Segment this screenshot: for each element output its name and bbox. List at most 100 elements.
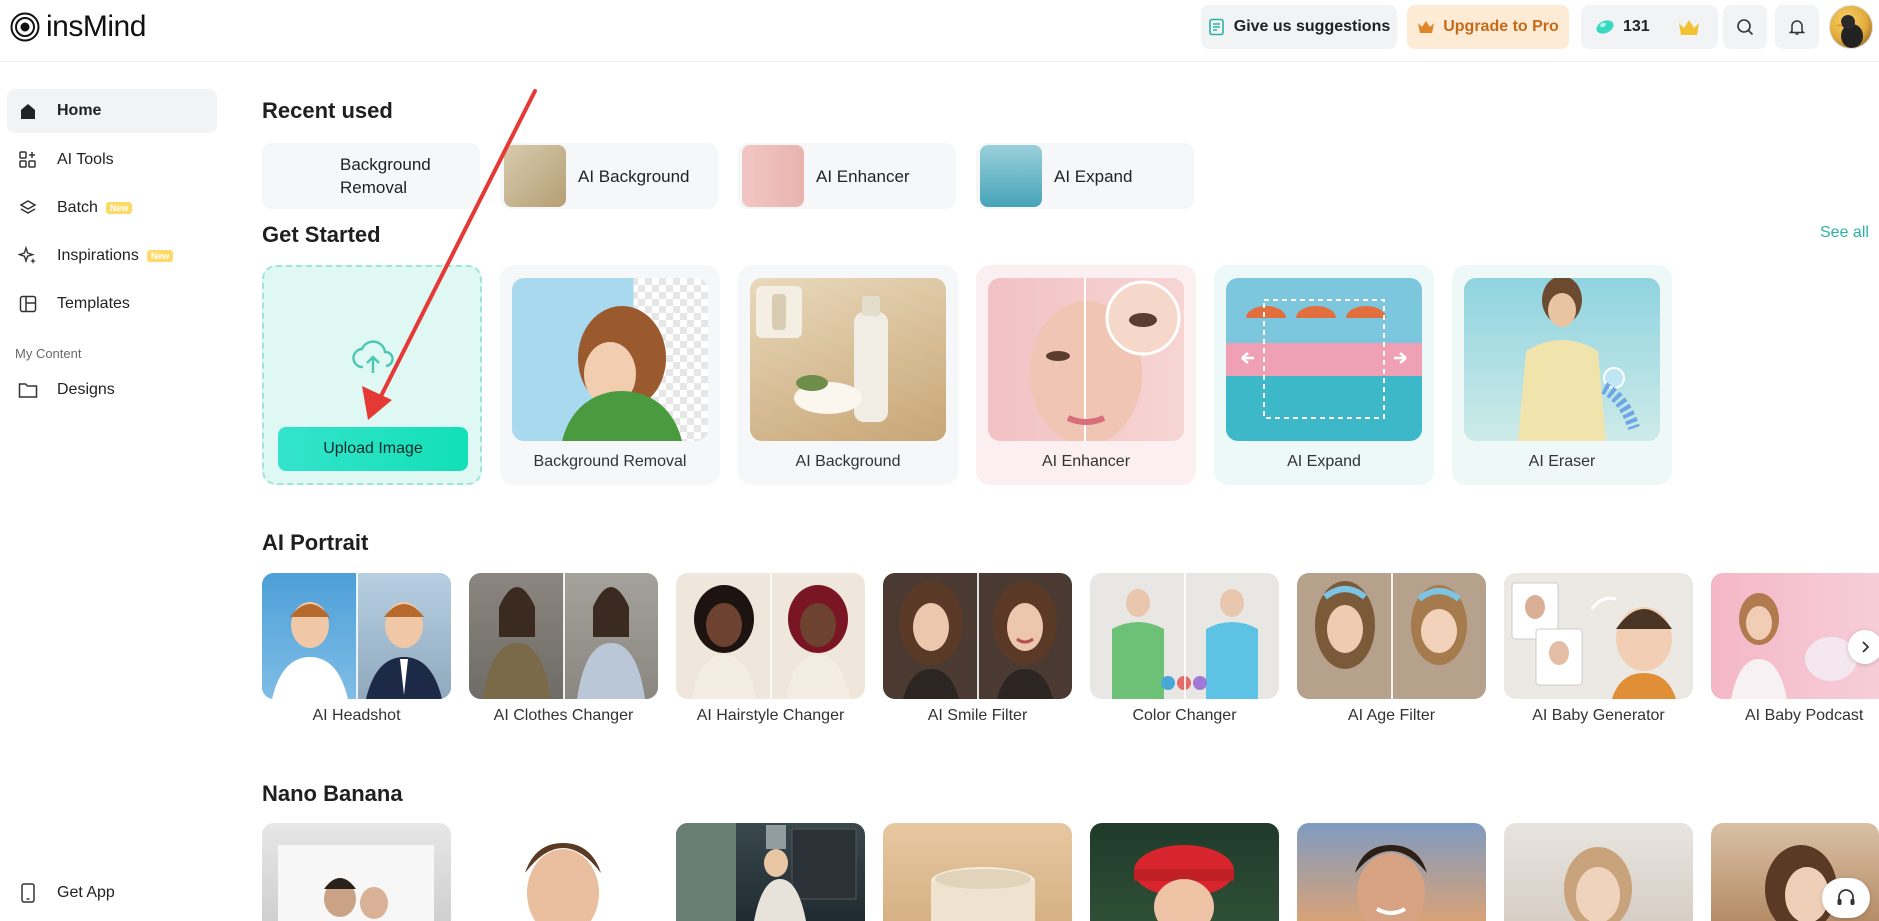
tool-card-label: Background Removal [533, 453, 687, 470]
sidebar-item-batch[interactable]: Batch New [7, 186, 217, 230]
portrait-card-color-changer[interactable]: Color Changer [1090, 573, 1279, 725]
recent-thumb [980, 145, 1042, 207]
portrait-card-label: AI Baby Generator [1532, 707, 1665, 724]
recent-thumb [504, 145, 566, 207]
tool-card-ai-expand[interactable]: AI Expand [1214, 265, 1434, 485]
nano-card[interactable] [1297, 823, 1486, 921]
search-icon [1737, 19, 1754, 36]
get-started-heading: Get Started [262, 222, 381, 247]
sidebar-item-ai-tools[interactable]: AI Tools [7, 138, 217, 182]
template-icon [17, 293, 39, 315]
nano-card[interactable] [883, 823, 1072, 921]
recent-item-ai-background[interactable]: AI Background [500, 143, 718, 209]
see-all-link[interactable]: See all [1820, 224, 1869, 242]
tool-card-ai-enhancer[interactable]: AI Enhancer [976, 265, 1196, 485]
headset-icon [1837, 889, 1855, 905]
portrait-card-ai-baby-generator[interactable]: AI Baby Generator [1504, 573, 1693, 725]
portrait-card-label: AI Hairstyle Changer [696, 707, 845, 724]
grid-plus-icon [17, 149, 39, 171]
portrait-card-label: AI Baby Podcast [1745, 707, 1864, 724]
recent-item-label: AI Expand [1054, 166, 1133, 186]
tool-card-image [1226, 278, 1422, 441]
recent-item-label: AI Background [578, 166, 690, 186]
sidebar-item-get-app[interactable]: Get App [7, 871, 217, 915]
ai-portrait-heading: AI Portrait [262, 530, 369, 555]
portrait-card-image [1504, 573, 1693, 699]
new-badge: New [146, 250, 174, 262]
sidebar-item-templates[interactable]: Templates [7, 282, 217, 326]
edit-note-icon [1208, 18, 1226, 36]
folder-icon [17, 379, 39, 401]
nano-card[interactable] [1504, 823, 1693, 921]
portrait-card-label: AI Headshot [312, 707, 401, 724]
recent-item-label: AI Enhancer [816, 166, 910, 186]
nano-banana-heading: Nano Banana [262, 781, 403, 806]
top-header: insMind Give us suggestions Upgrade to P… [0, 0, 1879, 62]
tool-card-image [988, 278, 1184, 441]
layers-icon [17, 197, 39, 219]
new-badge: New [105, 202, 133, 214]
upload-image-button[interactable]: Upload Image [278, 427, 468, 471]
tool-card-image [512, 278, 708, 441]
bell-icon [1788, 20, 1806, 35]
logo-text: insMind [46, 10, 146, 43]
recent-item-ai-expand[interactable]: AI Expand [976, 143, 1194, 209]
portrait-card-image [1297, 573, 1486, 699]
recent-item-ai-enhancer[interactable]: AI Enhancer [738, 143, 956, 209]
nano-card-image [1355, 845, 1427, 921]
give-suggestions-label: Give us suggestions [1233, 18, 1391, 35]
tool-card-label: AI Expand [1287, 453, 1361, 470]
tool-card-background-removal[interactable]: Background Removal [500, 265, 720, 485]
sparkle-icon [17, 245, 39, 267]
nano-card[interactable] [262, 823, 451, 921]
sidebar-item-label: Home [57, 102, 102, 119]
credits-button[interactable]: 131 [1581, 5, 1718, 49]
tool-card-label: AI Background [795, 453, 901, 470]
tool-card-label: AI Enhancer [1041, 453, 1131, 470]
portrait-card-image [883, 573, 1072, 699]
portrait-card-ai-hairstyle-changer[interactable]: AI Hairstyle Changer [676, 573, 865, 725]
tool-card-image [1464, 278, 1660, 441]
phone-icon [17, 882, 39, 904]
sidebar-item-home[interactable]: Home [7, 89, 217, 133]
avatar-icon [1835, 15, 1863, 48]
sidebar-item-label: AI Tools [57, 151, 114, 168]
recent-item-label: Background Removal [340, 155, 431, 197]
nano-card[interactable] [676, 823, 865, 921]
notifications-button[interactable] [1775, 5, 1819, 49]
nano-card[interactable] [1090, 823, 1279, 921]
tool-card-ai-background[interactable]: AI Background [738, 265, 958, 485]
portrait-card-ai-age-filter[interactable]: AI Age Filter [1297, 573, 1486, 725]
portrait-card-label: AI Smile Filter [927, 707, 1028, 724]
nano-card-image [278, 845, 434, 921]
portrait-card-ai-headshot[interactable]: AI Headshot [262, 573, 451, 725]
nano-card-image [1134, 845, 1234, 921]
nano-card-image [525, 843, 601, 921]
nano-card[interactable] [469, 823, 658, 921]
tool-card-ai-eraser[interactable]: AI Eraser [1452, 265, 1672, 485]
logo[interactable]: insMind [10, 10, 146, 44]
sidebar-item-inspirations[interactable]: Inspirations New [7, 234, 217, 278]
sidebar-item-label: Inspirations [57, 247, 139, 264]
sidebar-item-label: Designs [57, 381, 115, 398]
portrait-card-label: AI Clothes Changer [493, 707, 634, 724]
upload-dropzone[interactable]: Upload Image [262, 265, 482, 485]
portrait-card-ai-smile-filter[interactable]: AI Smile Filter [883, 573, 1072, 725]
sidebar-item-designs[interactable]: Designs [7, 368, 217, 412]
recent-thumb [266, 145, 328, 207]
sidebar-item-label: Templates [57, 295, 130, 312]
recent-item-background-removal[interactable]: Background Removal [262, 143, 480, 209]
give-suggestions-button[interactable]: Give us suggestions [1201, 5, 1397, 49]
search-button[interactable] [1723, 5, 1767, 49]
tool-card-label: AI Eraser [1528, 453, 1596, 470]
my-content-heading: My Content [15, 346, 82, 361]
avatar[interactable] [1829, 5, 1873, 49]
portrait-card-ai-clothes-changer[interactable]: AI Clothes Changer [469, 573, 658, 725]
recent-used-heading: Recent used [262, 98, 393, 123]
help-support-button[interactable] [1822, 878, 1870, 918]
sidebar-item-label: Batch [57, 199, 98, 216]
carousel-next-button[interactable] [1848, 630, 1879, 664]
upgrade-to-pro-button[interactable]: Upgrade to Pro [1407, 5, 1569, 49]
chevron-right-icon [1862, 641, 1870, 653]
portrait-card-image [262, 573, 451, 699]
